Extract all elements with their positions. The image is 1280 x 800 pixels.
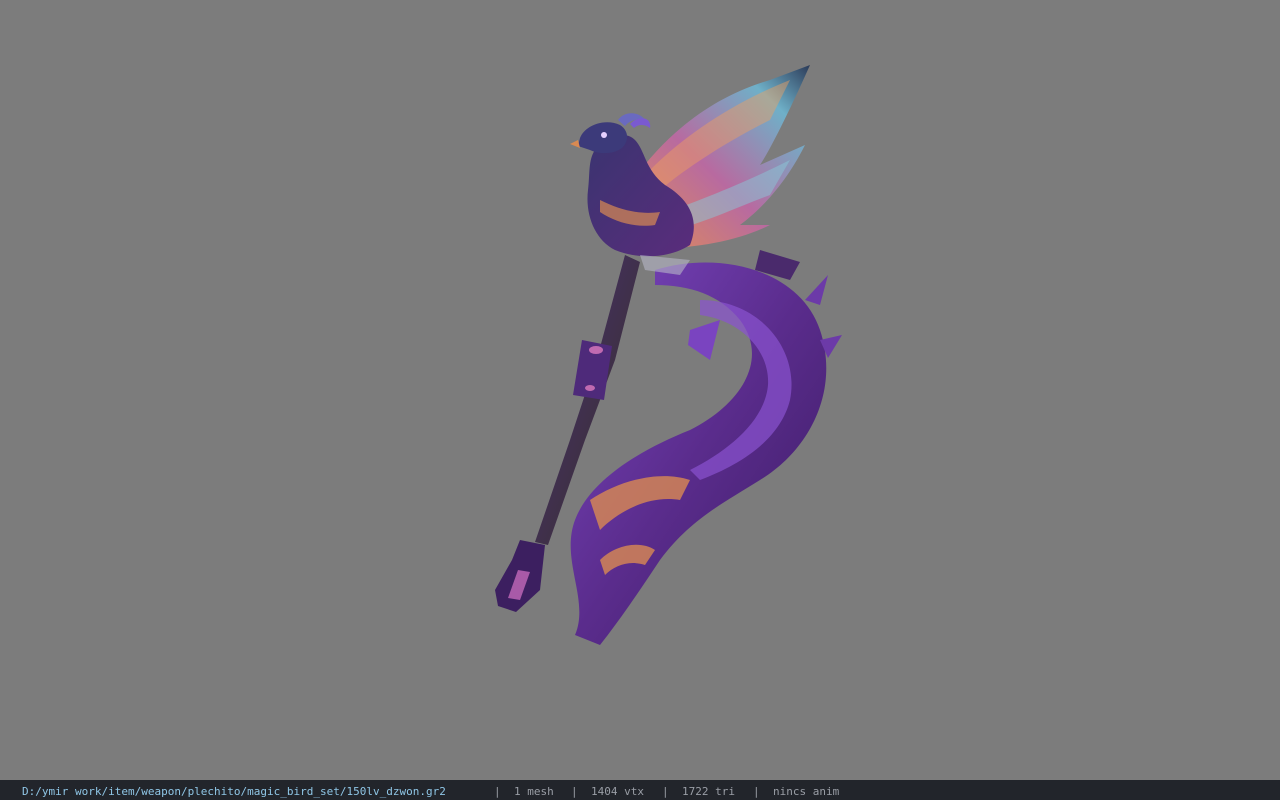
status-separator: | xyxy=(571,785,578,798)
vertex-count: 1404 vtx xyxy=(591,785,644,798)
status-separator: | xyxy=(662,785,669,798)
status-separator: | xyxy=(494,785,501,798)
file-path: D:/ymir work/item/weapon/plechito/magic_… xyxy=(22,785,446,798)
status-separator: | xyxy=(753,785,760,798)
triangle-count: 1722 tri xyxy=(682,785,735,798)
status-bar: D:/ymir work/item/weapon/plechito/magic_… xyxy=(0,780,1280,800)
anim-status: nincs anim xyxy=(773,785,840,798)
model-render[interactable] xyxy=(0,0,1280,780)
3d-viewport[interactable] xyxy=(0,0,1280,780)
bird-head xyxy=(578,122,628,154)
mesh-count: 1 mesh xyxy=(514,785,554,798)
